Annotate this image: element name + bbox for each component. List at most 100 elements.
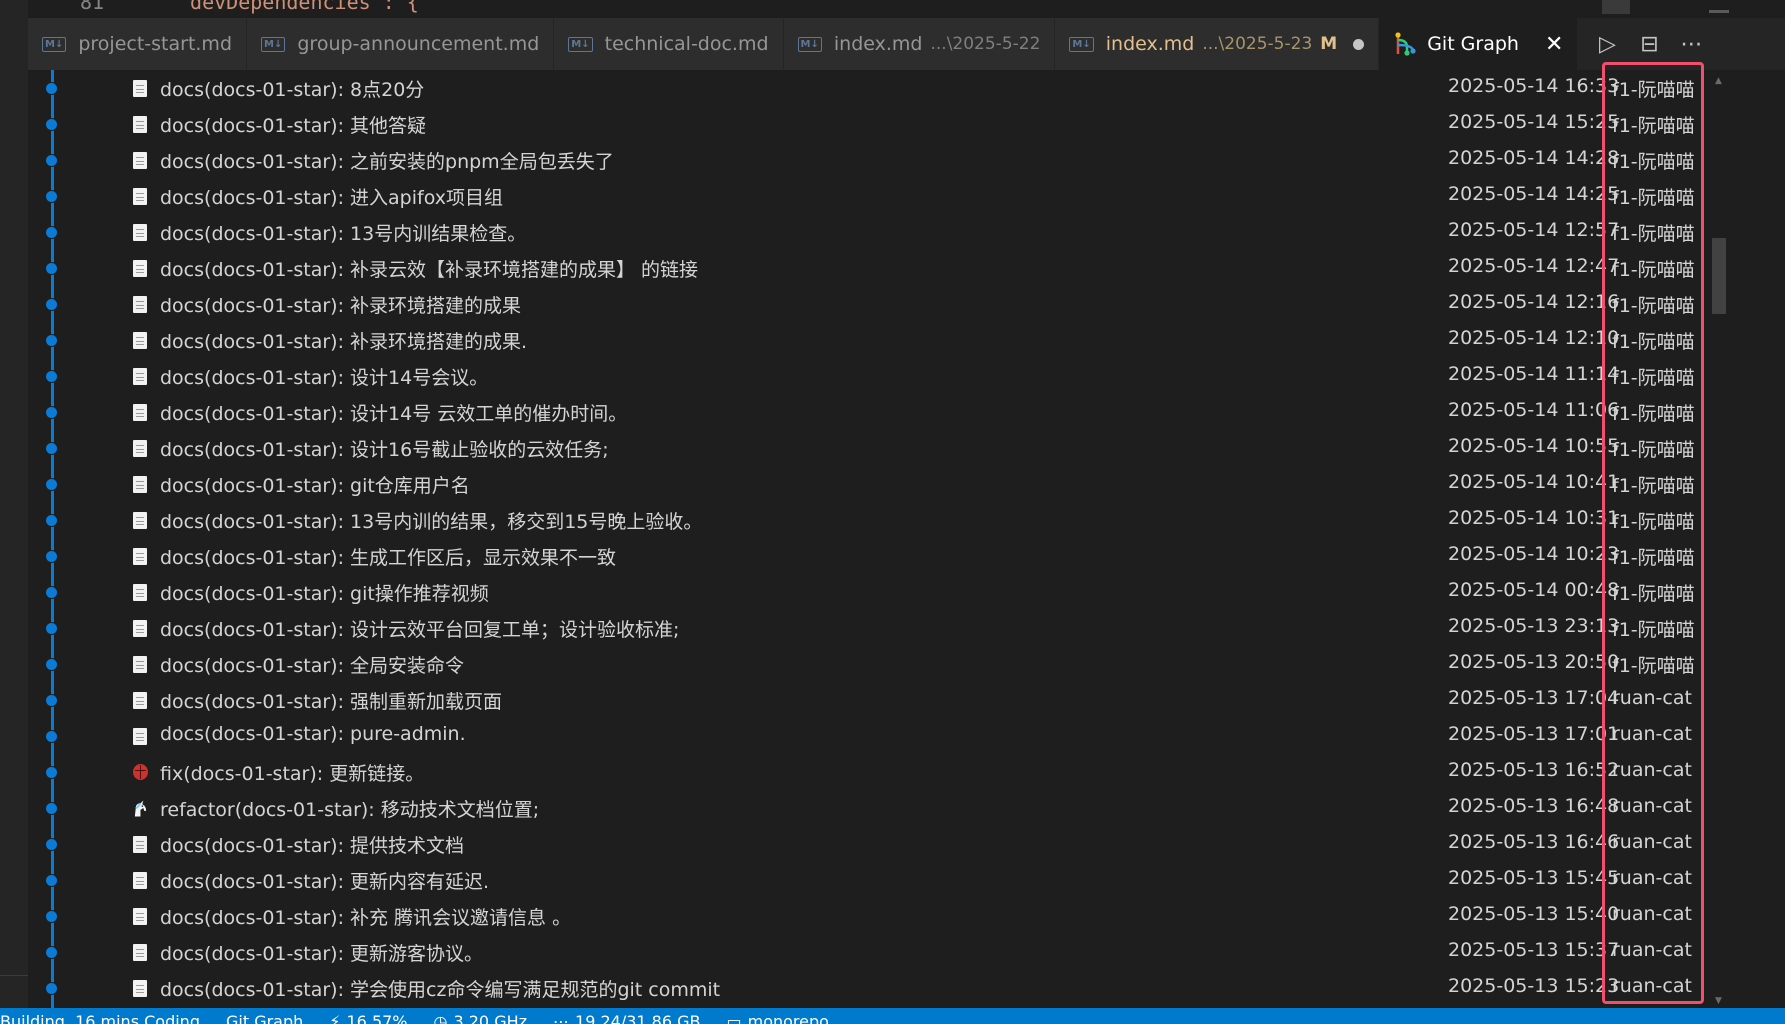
status-item[interactable]: ◷ 3.20 GHz	[434, 1012, 528, 1024]
commit-node[interactable]	[46, 731, 57, 742]
commit-node[interactable]	[46, 659, 57, 670]
close-icon[interactable]: ✕	[1545, 32, 1563, 57]
status-icon: ⋯	[553, 1012, 570, 1024]
commit-message: docs(docs-01-star): 全局安装命令	[160, 655, 465, 677]
commit-node[interactable]	[46, 803, 57, 814]
commit-node[interactable]	[46, 227, 57, 238]
commit-node[interactable]	[46, 119, 57, 130]
commit-date: 2025-05-14 10:31	[1448, 507, 1620, 529]
commit-node[interactable]	[46, 407, 57, 418]
commit-date: 2025-05-14 11:06	[1448, 399, 1620, 421]
commit-date: 2025-05-13 15:40	[1448, 903, 1620, 925]
commit-node[interactable]	[46, 83, 57, 94]
commit-row[interactable]: docs(docs-01-star): 补录云效【补录环境搭建的成果】 的链接 2…	[28, 250, 1728, 286]
tab-5[interactable]: Git Graph ✕	[1379, 18, 1579, 70]
status-item[interactable]: Building, 16 mins Coding	[0, 1012, 200, 1024]
split-editor-icon[interactable]: ⊟	[1638, 32, 1660, 57]
document-glyph	[133, 835, 147, 853]
commit-node[interactable]	[46, 767, 57, 778]
commit-message: docs(docs-01-star): 更新游客协议。	[160, 943, 484, 965]
commit-row[interactable]: docs(docs-01-star): 设计14号 云效工单的催办时间。 2025…	[28, 394, 1728, 430]
commit-row[interactable]: docs(docs-01-star): pure-admin. 2025-05-1…	[28, 718, 1728, 754]
document-glyph	[133, 619, 147, 637]
tab-0[interactable]: M↓ project-start.md	[28, 18, 248, 70]
commit-node[interactable]	[46, 695, 57, 706]
tab-2[interactable]: M↓ technical-doc.md	[554, 18, 784, 70]
vertical-scrollbar[interactable]: ▲ ▼	[1712, 70, 1726, 1008]
commit-date: 2025-05-14 11:14	[1448, 363, 1620, 385]
commit-node[interactable]	[46, 299, 57, 310]
commit-row[interactable]: docs(docs-01-star): 提供技术文档 2025-05-13 16:…	[28, 826, 1728, 862]
commit-row[interactable]: docs(docs-01-star): git仓库用户名 2025-05-14 1…	[28, 466, 1728, 502]
commit-row[interactable]: docs(docs-01-star): 生成工作区后，显示效果不一致 2025-0…	[28, 538, 1728, 574]
commit-node[interactable]	[46, 875, 57, 886]
commit-row[interactable]: docs(docs-01-star): 进入apifox项目组 2025-05-1…	[28, 178, 1728, 214]
commit-row[interactable]: docs(docs-01-star): 13号内训结果检查。 2025-05-14…	[28, 214, 1728, 250]
commit-message: docs(docs-01-star): 13号内训结果检查。	[160, 223, 527, 245]
document-icon	[132, 979, 148, 997]
commit-node[interactable]	[46, 335, 57, 346]
commit-row[interactable]: docs(docs-01-star): 设计云效平台回复工单；设计验收标准; 20…	[28, 610, 1728, 646]
commit-node[interactable]	[46, 587, 57, 598]
document-glyph	[133, 439, 147, 457]
commit-row[interactable]: docs(docs-01-star): 补充 腾讯会议邀请信息 。 2025-05…	[28, 898, 1728, 934]
scrollbar-thumb[interactable]	[1712, 238, 1726, 314]
commit-row[interactable]: docs(docs-01-star): 13号内训的结果，移交到15号晚上验收。…	[28, 502, 1728, 538]
commit-message: refactor(docs-01-star): 移动技术文档位置;	[160, 799, 540, 821]
commit-row[interactable]: docs(docs-01-star): 8点20分 2025-05-14 16:3…	[28, 70, 1728, 106]
commit-row[interactable]: refactor(docs-01-star): 移动技术文档位置; 2025-05…	[28, 790, 1728, 826]
commit-node[interactable]	[46, 947, 57, 958]
more-actions-icon[interactable]: ⋯	[1680, 32, 1702, 57]
commit-row[interactable]: docs(docs-01-star): 更新内容有延迟. 2025-05-13 1…	[28, 862, 1728, 898]
commit-row[interactable]: docs(docs-01-star): 之前安装的pnpm全局包丢失了 2025-…	[28, 142, 1728, 178]
tab-3[interactable]: M↓ index.md ...\2025-5-22	[783, 18, 1056, 70]
tab-4[interactable]: M↓ index.md ...\2025-5-23 M	[1055, 18, 1380, 70]
commit-node[interactable]	[46, 983, 57, 994]
commit-node[interactable]	[46, 263, 57, 274]
commit-date: 2025-05-13 16:48	[1448, 795, 1620, 817]
status-item[interactable]: ⚡ 16.57%	[329, 1012, 407, 1024]
modified-flag: M	[1320, 34, 1338, 54]
commit-node[interactable]	[46, 479, 57, 490]
commit-date: 2025-05-13 15:37	[1448, 939, 1620, 961]
commit-row[interactable]: docs(docs-01-star): 学会使用cz命令编写满足规范的git c…	[28, 970, 1728, 1006]
commit-row[interactable]: docs(docs-01-star): git操作推荐视频 2025-05-14 …	[28, 574, 1728, 610]
commit-date: 2025-05-13 20:50	[1448, 651, 1620, 673]
status-item[interactable]: Git Graph	[226, 1012, 303, 1024]
commit-node[interactable]	[46, 191, 57, 202]
commit-node[interactable]	[46, 155, 57, 166]
commit-row[interactable]: docs(docs-01-star): 强制重新加载页面 2025-05-13 1…	[28, 682, 1728, 718]
commit-node[interactable]	[46, 623, 57, 634]
commit-node[interactable]	[46, 551, 57, 562]
document-glyph	[133, 115, 147, 133]
status-item[interactable]: ▭ monorepo	[727, 1012, 829, 1024]
unsaved-dot-icon[interactable]	[1353, 38, 1365, 50]
commit-row[interactable]: docs(docs-01-star): 其他答疑 2025-05-14 15:25…	[28, 106, 1728, 142]
commit-row[interactable]: docs(docs-01-star): 补录环境搭建的成果. 2025-05-14…	[28, 322, 1728, 358]
tab-1[interactable]: M↓ group-announcement.md	[247, 18, 555, 70]
scroll-down-icon[interactable]: ▼	[1715, 996, 1722, 1006]
commit-node[interactable]	[46, 911, 57, 922]
commit-row[interactable]: docs(docs-01-star): 全局安装命令 2025-05-13 20:…	[28, 646, 1728, 682]
commit-row[interactable]: fix(docs-01-star): 更新链接。 2025-05-13 16:52…	[28, 754, 1728, 790]
commit-message: docs(docs-01-star): 学会使用cz命令编写满足规范的git c…	[160, 979, 721, 1001]
document-glyph	[133, 295, 147, 313]
editor-peek: 81 "devDependencies": {	[28, 0, 1785, 18]
scroll-up-icon[interactable]: ▲	[1715, 76, 1722, 86]
commit-node[interactable]	[46, 443, 57, 454]
commit-row[interactable]: docs(docs-01-star): 补录环境搭建的成果 2025-05-14 …	[28, 286, 1728, 322]
commit-row[interactable]: docs(docs-01-star): 更新游客协议。 2025-05-13 15…	[28, 934, 1728, 970]
document-icon	[132, 367, 148, 385]
commit-node[interactable]	[46, 515, 57, 526]
run-icon[interactable]: ▷	[1596, 32, 1618, 57]
commit-date: 2025-05-14 12:16	[1448, 291, 1620, 313]
document-icon	[132, 907, 148, 925]
commit-row[interactable]: docs(docs-01-star): 设计16号截止验收的云效任务; 2025-…	[28, 430, 1728, 466]
commit-node[interactable]	[46, 839, 57, 850]
commit-node[interactable]	[46, 371, 57, 382]
git-graph-view: docs(docs-01-star): 8点20分 2025-05-14 16:3…	[28, 70, 1785, 1008]
status-bar: Building, 16 mins Coding Git Graph ⚡ 16.57%…	[0, 1008, 1785, 1024]
status-item[interactable]: ⋯ 19.24/31.86 GB	[553, 1012, 700, 1024]
commit-row[interactable]: docs(docs-01-star): 设计14号会议。 2025-05-14 1…	[28, 358, 1728, 394]
minimap-preview[interactable]	[1602, 0, 1630, 14]
